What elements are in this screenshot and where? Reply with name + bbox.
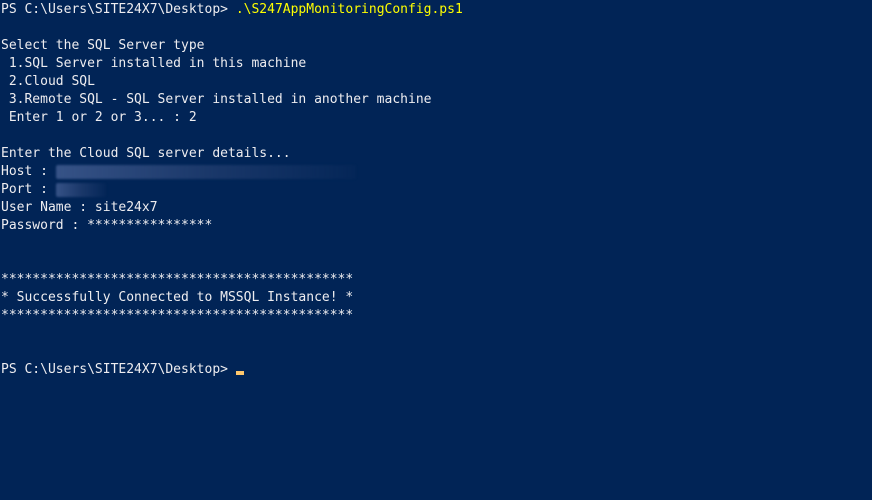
option-2: 2.Cloud SQL — [1, 74, 95, 89]
port-label: Port : — [1, 182, 48, 197]
password-line: Password : **************** — [1, 218, 213, 233]
banner-bottom-border: ****************************************… — [1, 308, 354, 323]
choice-prompt: Enter 1 or 2 or 3... : 2 — [1, 110, 197, 125]
host-label: Host : — [1, 164, 48, 179]
command-text: .\S247AppMonitoringConfig.ps1 — [235, 2, 463, 17]
details-heading: Enter the Cloud SQL server details... — [1, 146, 291, 161]
select-heading: Select the SQL Server type — [1, 38, 205, 53]
host-line: Host : — [1, 163, 872, 181]
port-redacted-value — [55, 182, 106, 197]
final-prompt: PS C:\Users\SITE24X7\Desktop> — [1, 362, 228, 377]
powershell-console[interactable]: PS C:\Users\SITE24X7\Desktop> .\S247AppM… — [0, 0, 872, 500]
port-line: Port : — [1, 181, 872, 199]
host-redacted-value — [55, 164, 356, 179]
username-line: User Name : site24x7 — [1, 200, 158, 215]
command-line: PS C:\Users\SITE24X7\Desktop> .\S247AppM… — [1, 1, 872, 19]
option-3: 3.Remote SQL - SQL Server installed in a… — [1, 92, 432, 107]
text-cursor — [235, 371, 244, 375]
prompt-path: PS C:\Users\SITE24X7\Desktop> — [1, 2, 228, 17]
banner-top-border: ****************************************… — [1, 272, 354, 287]
final-prompt-line[interactable]: PS C:\Users\SITE24X7\Desktop> — [1, 361, 872, 379]
option-1: 1.SQL Server installed in this machine — [1, 56, 307, 71]
success-message: * Successfully Connected to MSSQL Instan… — [1, 290, 354, 305]
